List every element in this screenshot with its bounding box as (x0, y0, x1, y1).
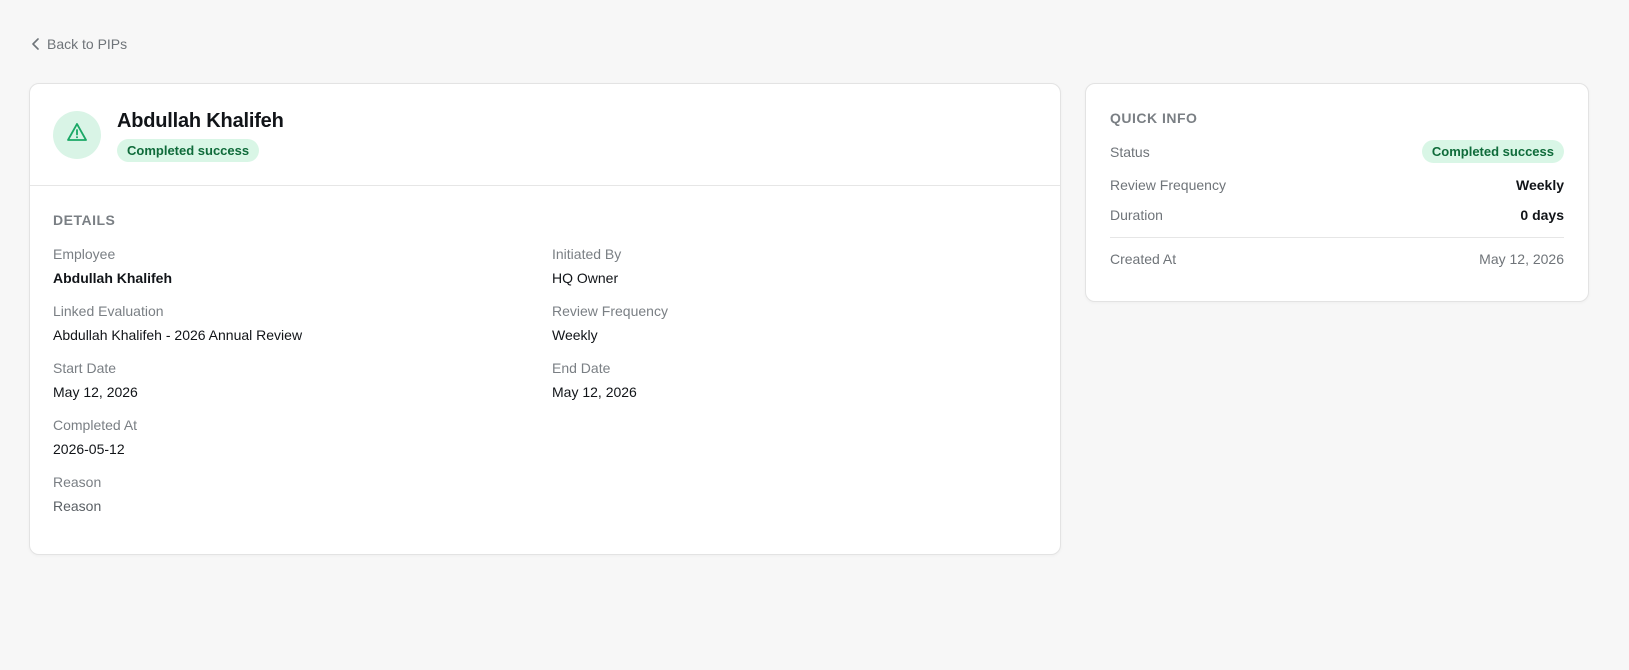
field-linked-evaluation: Linked Evaluation Abdullah Khalifeh - 20… (53, 303, 552, 343)
field-value: May 12, 2026 (552, 384, 637, 400)
details-grid: Employee Abdullah Khalifeh Initiated By … (53, 246, 1037, 514)
quick-info-label: Duration (1110, 207, 1163, 223)
quick-info-review-frequency-row: Review Frequency Weekly (1110, 177, 1564, 193)
field-label: End Date (552, 360, 611, 376)
employee-name-title: Abdullah Khalifeh (117, 109, 284, 132)
quick-info-divider (1110, 237, 1564, 238)
field-value: Weekly (552, 327, 598, 343)
status-badge: Completed success (117, 138, 260, 162)
field-label: Start Date (53, 360, 117, 376)
field-empty (552, 417, 1022, 457)
back-to-pips-link[interactable]: Back to PIPs (31, 36, 127, 52)
chevron-left-icon (31, 38, 41, 50)
quick-info-value: Weekly (1516, 177, 1564, 193)
name-block: Abdullah Khalifeh Completed success (117, 108, 284, 162)
field-label: Review Frequency (552, 303, 668, 319)
field-value: HQ Owner (552, 270, 619, 286)
quick-info-label: Status (1110, 143, 1150, 160)
field-initiated-by: Initiated By HQ Owner (552, 246, 1022, 286)
field-label: Reason (53, 474, 102, 490)
field-label: Completed At (53, 417, 138, 433)
quick-info-inner: QUICK INFO Status Completed success Revi… (1086, 84, 1588, 267)
warning-triangle-icon (66, 122, 88, 147)
quick-info-label: Created At (1110, 251, 1177, 267)
quick-info-value: 0 days (1520, 207, 1564, 223)
pip-main-card: Abdullah Khalifeh Completed success DETA… (29, 83, 1061, 555)
details-section-title: DETAILS (53, 212, 116, 228)
field-review-frequency: Review Frequency Weekly (552, 303, 1022, 343)
quick-info-status-badge: Completed success (1421, 140, 1564, 163)
quick-info-created-at-row: Created At May 12, 2026 (1110, 251, 1564, 267)
field-value: Abdullah Khalifeh - 2026 Annual Review (53, 327, 303, 343)
quick-info-status-row: Status Completed success (1110, 140, 1564, 163)
pip-header: Abdullah Khalifeh Completed success (30, 84, 1060, 186)
quick-info-label: Review Frequency (1110, 177, 1226, 193)
field-value: May 12, 2026 (53, 384, 138, 400)
field-value: 2026-05-12 (53, 441, 125, 457)
avatar (53, 110, 101, 159)
field-value: Abdullah Khalifeh (53, 270, 172, 286)
field-label: Employee (53, 246, 116, 262)
quick-info-duration-row: Duration 0 days (1110, 207, 1564, 223)
quick-info-card: QUICK INFO Status Completed success Revi… (1085, 83, 1589, 302)
field-start-date: Start Date May 12, 2026 (53, 360, 552, 400)
field-label: Linked Evaluation (53, 303, 164, 319)
quick-info-value: May 12, 2026 (1479, 251, 1564, 267)
field-label: Initiated By (552, 246, 622, 262)
quick-info-title: QUICK INFO (1110, 110, 1198, 126)
pip-detail-page: Back to PIPs Abdullah Khalifeh Completed… (0, 0, 1629, 670)
field-completed-at: Completed At 2026-05-12 (53, 417, 552, 457)
field-end-date: End Date May 12, 2026 (552, 360, 1022, 400)
field-reason: Reason Reason (53, 474, 552, 514)
back-link-label: Back to PIPs (47, 36, 128, 52)
field-employee: Employee Abdullah Khalifeh (53, 246, 552, 286)
details-section: DETAILS Employee Abdullah Khalifeh Initi… (30, 186, 1060, 514)
field-value: Reason (53, 498, 102, 514)
